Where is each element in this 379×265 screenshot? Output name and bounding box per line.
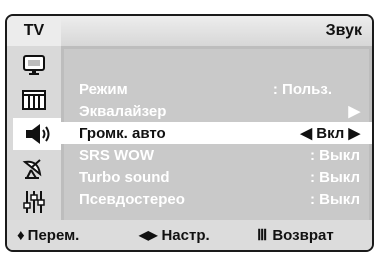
menu-item-value: : Выкл	[309, 146, 360, 164]
menu-item-value: ◀ Вкл ▶	[300, 125, 360, 142]
speaker-icon-svg	[26, 124, 50, 144]
menu-return-icon: Ⅲ	[257, 227, 268, 244]
menu-item-equalizer[interactable]: Эквалайзер ▶	[61, 100, 372, 122]
settings-sliders-icon[interactable]	[17, 188, 51, 216]
menu-item-pseudo-stereo[interactable]: Псевдостерео : Выкл	[61, 188, 372, 210]
tv-osd-window: TV Звук Режим: Польз. Эквалайзер ▶ Гром…	[5, 14, 374, 252]
menu-item-label: Псевдостерео	[79, 190, 185, 208]
menu-sidebar	[7, 46, 61, 224]
menu-item-label: Turbo sound	[79, 168, 170, 186]
chevron-right-icon: ▶	[348, 103, 360, 120]
channel-list-icon[interactable]	[17, 86, 51, 114]
tv-tag: TV	[7, 16, 61, 46]
hint-move-label: Перем.	[27, 226, 80, 244]
menu-item-value: : Выкл	[309, 190, 360, 208]
picture-icon-svg	[23, 55, 45, 75]
hint-back-label: Возврат	[272, 226, 334, 244]
top-bar: TV Звук	[7, 16, 372, 46]
menu-item-value: : Польз.	[272, 80, 332, 98]
menu-item-value: : Выкл	[309, 168, 360, 186]
hint-move: ♦ Перем.	[17, 227, 79, 244]
up-down-icon: ♦	[17, 226, 25, 244]
left-right-icon: ◀▶	[139, 228, 158, 242]
picture-icon[interactable]	[17, 51, 51, 79]
hint-adjust-label: Настр.	[161, 226, 210, 244]
satellite-dish-icon-svg	[22, 159, 42, 179]
menu-item-auto-volume[interactable]: Громк. авто ◀ Вкл ▶	[61, 122, 372, 144]
menu-item-label: Режим	[79, 80, 128, 98]
menu-item-mode[interactable]: Режим : Польз.	[61, 78, 372, 100]
menu-panel: Режим : Польз. Эквалайзер ▶ Громк. авто …	[61, 46, 372, 224]
hint-adjust: ◀▶ Настр.	[139, 227, 210, 244]
settings-sliders-icon-svg	[23, 191, 45, 213]
menu-item-label: Эквалайзер	[79, 102, 167, 120]
menu-item-label: SRS WOW	[79, 146, 154, 164]
menu-item-turbo-sound[interactable]: Turbo sound : Выкл	[61, 166, 372, 188]
help-bar: ♦ Перем. ◀▶ Настр. Ⅲ Возврат	[7, 220, 372, 250]
satellite-dish-icon[interactable]	[17, 154, 51, 182]
channel-list-icon-svg	[22, 90, 46, 110]
menu-title: Звук	[61, 16, 372, 46]
hint-back: Ⅲ Возврат	[257, 226, 334, 245]
menu-item-label: Громк. авто	[79, 124, 166, 142]
menu-item-srs-wow[interactable]: SRS WOW : Выкл	[61, 144, 372, 166]
speaker-icon[interactable]	[13, 118, 61, 150]
